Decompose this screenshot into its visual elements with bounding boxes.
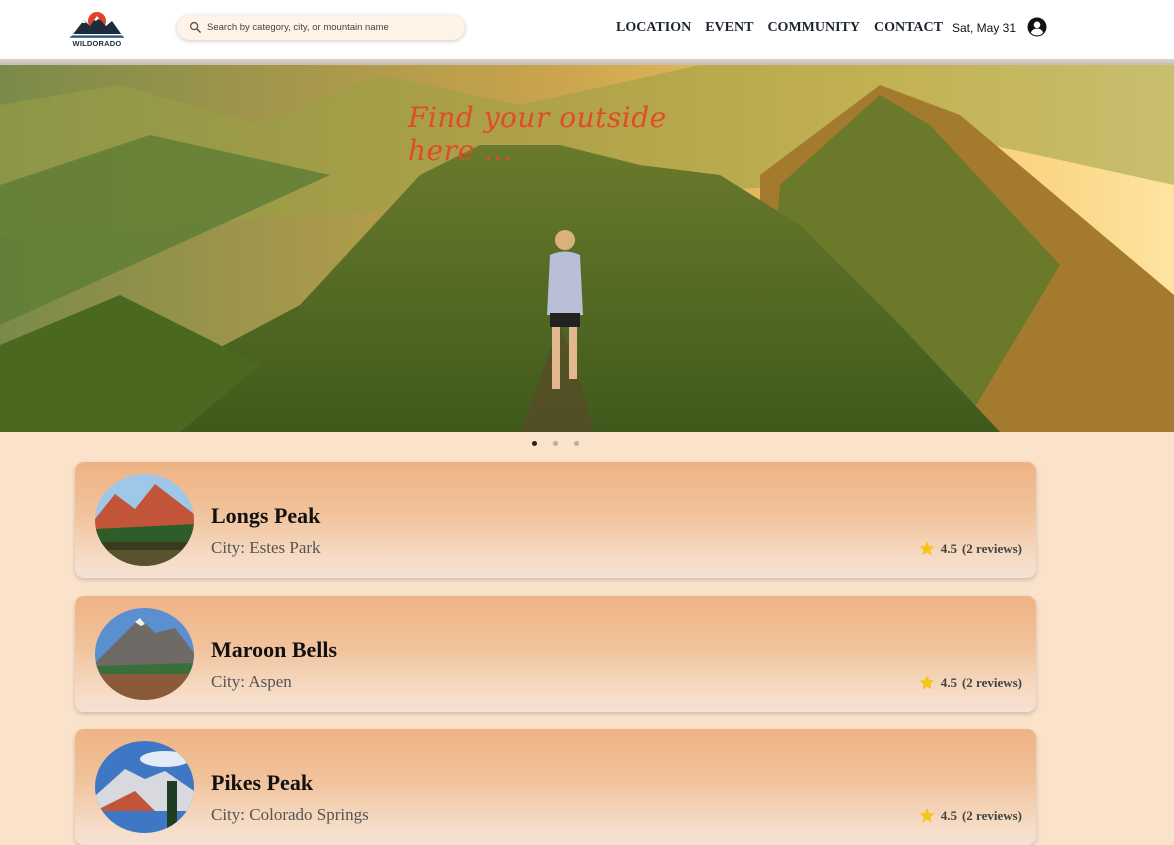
place-rating: 4.5 (2 reviews) (918, 540, 1022, 557)
carousel-dot-3[interactable] (574, 441, 579, 446)
carousel-dot-1[interactable] (532, 441, 537, 446)
place-city: City: Colorado Springs (211, 805, 369, 824)
pikes-peak-photo (95, 741, 194, 833)
main-nav: LOCATION EVENT COMMUNITY CONTACT (616, 18, 943, 38)
place-thumbnail (95, 608, 194, 700)
search-bar (177, 15, 465, 40)
star-icon (919, 541, 935, 556)
rating-value: 4.5 (940, 540, 957, 556)
nav-link-event[interactable]: EVENT (705, 18, 753, 38)
mountain-logo-icon (70, 12, 124, 38)
carousel-dot-2[interactable] (553, 441, 558, 446)
logo-text: WILDORADO (72, 39, 122, 48)
star-icon (919, 808, 935, 823)
place-thumbnail (95, 474, 194, 566)
review-count: (2 reviews) (961, 807, 1022, 823)
maroon-bells-photo (95, 608, 194, 700)
star-icon (919, 675, 935, 690)
place-card-longs-peak[interactable]: Longs Peak City: Estes Park 4.5 (2 revie… (75, 462, 1036, 578)
hero-tagline: Find your outside here ... (408, 101, 667, 167)
review-count: (2 reviews) (961, 540, 1022, 556)
review-count: (2 reviews) (961, 674, 1022, 690)
place-rating: 4.5 (2 reviews) (918, 674, 1022, 691)
place-name: Longs Peak (211, 503, 321, 528)
search-input[interactable] (207, 19, 455, 36)
place-city: City: Aspen (211, 672, 292, 691)
nav-link-location[interactable]: LOCATION (616, 18, 691, 38)
place-name: Maroon Bells (211, 637, 338, 662)
place-city: City: Estes Park (211, 538, 321, 557)
place-card-pikes-peak[interactable]: Pikes Peak City: Colorado Springs 4.5 (2… (75, 729, 1036, 845)
rating-value: 4.5 (940, 674, 957, 690)
rating-value: 4.5 (940, 807, 957, 823)
carousel-indicators (532, 441, 579, 446)
nav-link-contact[interactable]: CONTACT (874, 18, 943, 38)
user-circle-icon[interactable] (1027, 17, 1047, 37)
place-thumbnail (95, 741, 194, 833)
longs-peak-photo (95, 474, 194, 566)
top-navbar: WILDORADO LOCATION EVENT COMMUNITY CONTA… (0, 0, 1174, 60)
current-date: Sat, May 31 (952, 21, 1017, 35)
place-rating: 4.5 (2 reviews) (918, 807, 1022, 824)
wildorado-logo[interactable]: WILDORADO (68, 8, 126, 50)
nav-link-community[interactable]: COMMUNITY (767, 18, 860, 38)
hero-banner: Find your outside here ... (0, 65, 1174, 432)
place-card-maroon-bells[interactable]: Maroon Bells City: Aspen 4.5 (2 reviews) (75, 596, 1036, 712)
place-name: Pikes Peak (211, 770, 314, 795)
search-icon (189, 21, 201, 33)
